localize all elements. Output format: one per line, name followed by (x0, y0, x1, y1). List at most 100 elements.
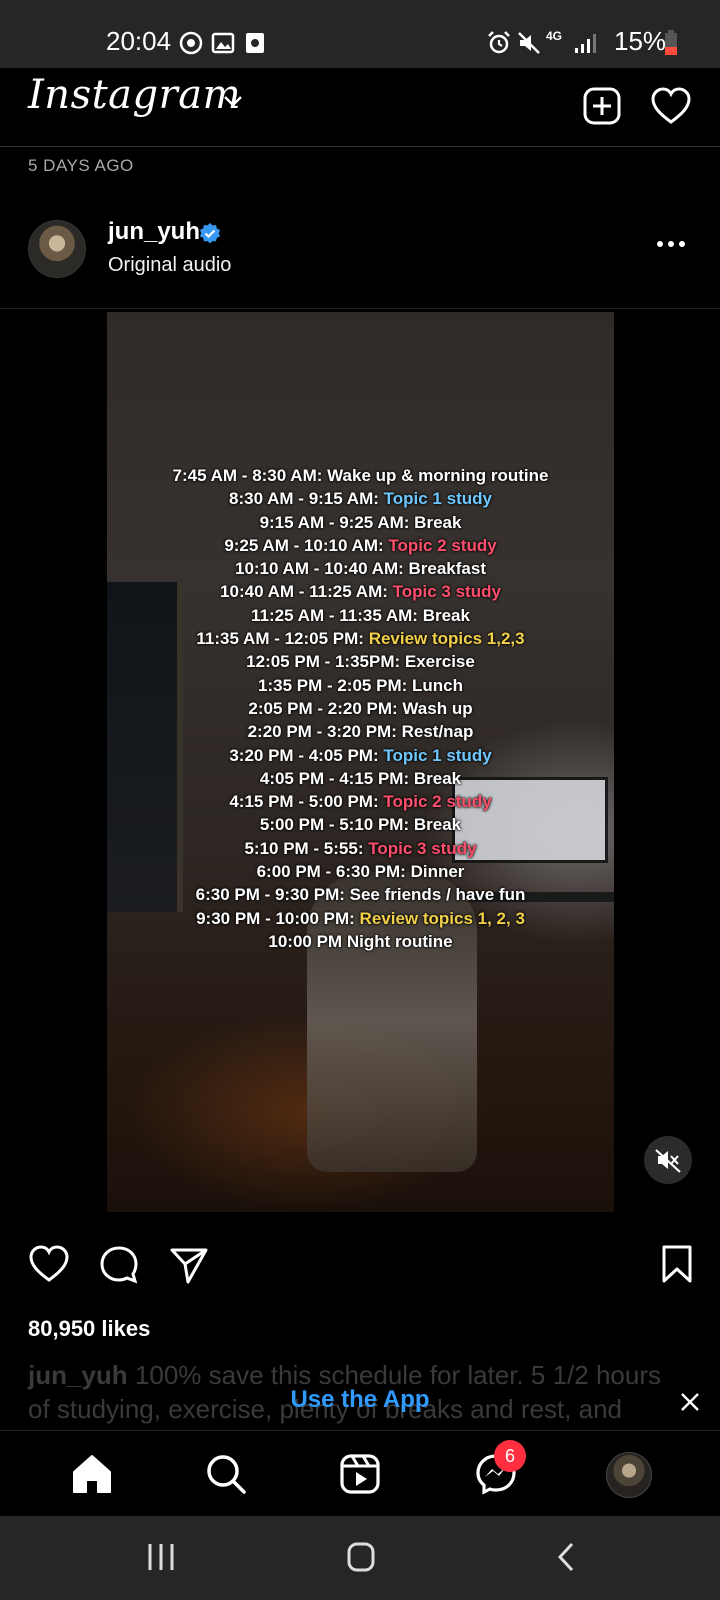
schedule-activity: Topic 3 study (392, 582, 501, 602)
battery-percentage: 15% (614, 26, 667, 56)
status-time: 20:04 (106, 26, 172, 56)
schedule-line: 11:25 AM - 11:35 AM: Break (107, 604, 614, 627)
signal-icon (575, 34, 596, 53)
schedule-time: 9:30 PM - 10:00 PM: (196, 908, 360, 928)
system-home-icon[interactable] (346, 1542, 376, 1572)
schedule-time: 10:00 PM (268, 931, 347, 951)
schedule-time: 4:15 PM - 5:00 PM: (229, 792, 384, 812)
schedule-line: 5:10 PM - 5:55: Topic 3 study (107, 837, 614, 860)
use-the-app-link[interactable]: Use the App (0, 1386, 720, 1414)
schedule-line: 10:40 AM - 11:25 AM: Topic 3 study (107, 580, 614, 603)
bookmark-button[interactable] (660, 1244, 694, 1284)
schedule-time: 4:05 PM - 4:15 PM: (259, 768, 414, 788)
new-post-button[interactable] (582, 86, 622, 126)
like-button[interactable] (28, 1244, 70, 1284)
schedule-line: 11:35 AM - 12:05 PM: Review topics 1,2,3 (107, 627, 614, 650)
schedule-activity: Wake up & morning routine (327, 466, 549, 485)
post-username[interactable]: jun_yuh (108, 218, 200, 246)
schedule-overlay: 7:45 AM - 8:30 AM: Wake up & morning rou… (107, 464, 614, 953)
schedule-activity: Dinner (410, 862, 465, 882)
schedule-activity: Break (422, 605, 470, 625)
schedule-line: 8:30 AM - 9:15 AM: Topic 1 study (107, 487, 614, 510)
recent-apps-icon[interactable] (146, 1542, 176, 1572)
schedule-activity: Breakfast (408, 559, 487, 579)
schedule-line: 4:05 PM - 4:15 PM: Break (107, 767, 614, 790)
avatar[interactable] (28, 220, 86, 278)
schedule-activity: Break (413, 815, 462, 835)
audio-label[interactable]: Original audio (108, 254, 231, 277)
schedule-time: 6:30 PM - 9:30 PM: (195, 885, 350, 905)
schedule-line: 6:00 PM - 6:30 PM: Dinner (107, 860, 614, 883)
likes-count[interactable]: 80,950 likes (28, 1316, 150, 1342)
schedule-activity: Review topics 1,2,3 (368, 629, 525, 649)
schedule-line: 6:30 PM - 9:30 PM: See friends / have fu… (107, 883, 614, 906)
schedule-time: 6:00 PM - 6:30 PM: (256, 862, 411, 882)
divider (0, 308, 720, 309)
schedule-time: 3:20 PM - 4:05 PM: (229, 745, 384, 765)
reels-icon[interactable] (338, 1452, 382, 1496)
verified-badge-icon (200, 223, 220, 244)
schedule-time: 12:05 PM - 1:35PM: (246, 652, 405, 672)
battery-icon (665, 30, 677, 55)
schedule-activity: See friends / have fun (349, 885, 526, 905)
sync-icon (179, 31, 203, 55)
schedule-time: 2:20 PM - 3:20 PM: (247, 722, 402, 742)
schedule-activity: Review topics 1, 2, 3 (359, 908, 525, 928)
post-age: 5 DAYS AGO (28, 156, 134, 175)
schedule-line: 9:25 AM - 10:10 AM: Topic 2 study (107, 534, 614, 557)
schedule-time: 11:35 AM - 12:05 PM: (196, 629, 369, 649)
gallery-icon (211, 32, 235, 54)
schedule-time: 11:25 AM - 11:35 AM: (251, 605, 423, 625)
close-icon[interactable] (680, 1392, 700, 1412)
schedule-line: 10:00 PM Night routine (107, 930, 614, 953)
schedule-line: 2:20 PM - 3:20 PM: Rest/nap (107, 720, 614, 743)
schedule-time: 9:25 AM - 10:10 AM: (224, 535, 389, 555)
search-icon[interactable] (204, 1452, 248, 1496)
schedule-line: 1:35 PM - 2:05 PM: Lunch (107, 674, 614, 697)
schedule-activity: Rest/nap (401, 722, 474, 742)
home-icon[interactable] (70, 1452, 114, 1496)
schedule-time: 2:05 PM - 2:20 PM: (248, 698, 403, 718)
schedule-time: 5:10 PM - 5:55: (244, 838, 369, 858)
comment-button[interactable] (98, 1244, 140, 1286)
more-options-icon[interactable] (656, 240, 686, 248)
schedule-activity: Break (413, 768, 462, 788)
schedule-time: 7:45 AM - 8:30 AM: (172, 466, 328, 485)
alarm-icon (488, 31, 510, 54)
schedule-activity: Break (414, 512, 462, 532)
schedule-activity: Lunch (412, 675, 463, 695)
heart-icon[interactable] (650, 86, 692, 126)
schedule-time: 1:35 PM - 2:05 PM: (258, 675, 412, 695)
instagram-logo[interactable]: Instagram (28, 72, 241, 118)
schedule-line: 2:05 PM - 2:20 PM: Wash up (107, 697, 614, 720)
schedule-time: 8:30 AM - 9:15 AM: (229, 489, 384, 509)
schedule-time: 5:00 PM - 5:10 PM: (259, 815, 414, 835)
schedule-line: 3:20 PM - 4:05 PM: Topic 1 study (107, 744, 614, 767)
schedule-activity: Topic 1 study (383, 745, 492, 765)
schedule-line: 12:05 PM - 1:35PM: Exercise (107, 650, 614, 673)
back-icon[interactable] (552, 1542, 582, 1572)
profile-avatar[interactable] (606, 1452, 652, 1498)
share-button[interactable] (168, 1244, 210, 1286)
schedule-time: 9:15 AM - 9:25 AM: (259, 512, 415, 532)
schedule-activity: Topic 2 study (388, 535, 497, 555)
screen-record-icon (246, 33, 264, 53)
schedule-line: 5:00 PM - 5:10 PM: Break (107, 813, 614, 836)
schedule-time: 10:40 AM - 11:25 AM: (220, 582, 393, 602)
notification-badge: 6 (494, 1440, 526, 1472)
schedule-activity: Exercise (404, 652, 475, 672)
network-type: 4G (546, 29, 563, 43)
chevron-down-icon[interactable] (222, 94, 244, 108)
schedule-activity: Topic 3 study (368, 838, 477, 858)
schedule-activity: Topic 2 study (383, 792, 492, 812)
schedule-activity: Topic 1 study (383, 489, 492, 509)
schedule-line: 9:30 PM - 10:00 PM: Review topics 1, 2, … (107, 907, 614, 930)
schedule-line: 7:45 AM - 8:30 AM: Wake up & morning rou… (107, 464, 614, 487)
schedule-time: 10:10 AM - 10:40 AM: (234, 559, 409, 579)
schedule-activity: Wash up (402, 698, 473, 718)
schedule-line: 4:15 PM - 5:00 PM: Topic 2 study (107, 790, 614, 813)
mute-status-icon (518, 32, 540, 54)
schedule-activity: Night routine (346, 931, 453, 951)
schedule-line: 10:10 AM - 10:40 AM: Breakfast (107, 557, 614, 580)
mute-toggle-button[interactable] (644, 1136, 692, 1184)
